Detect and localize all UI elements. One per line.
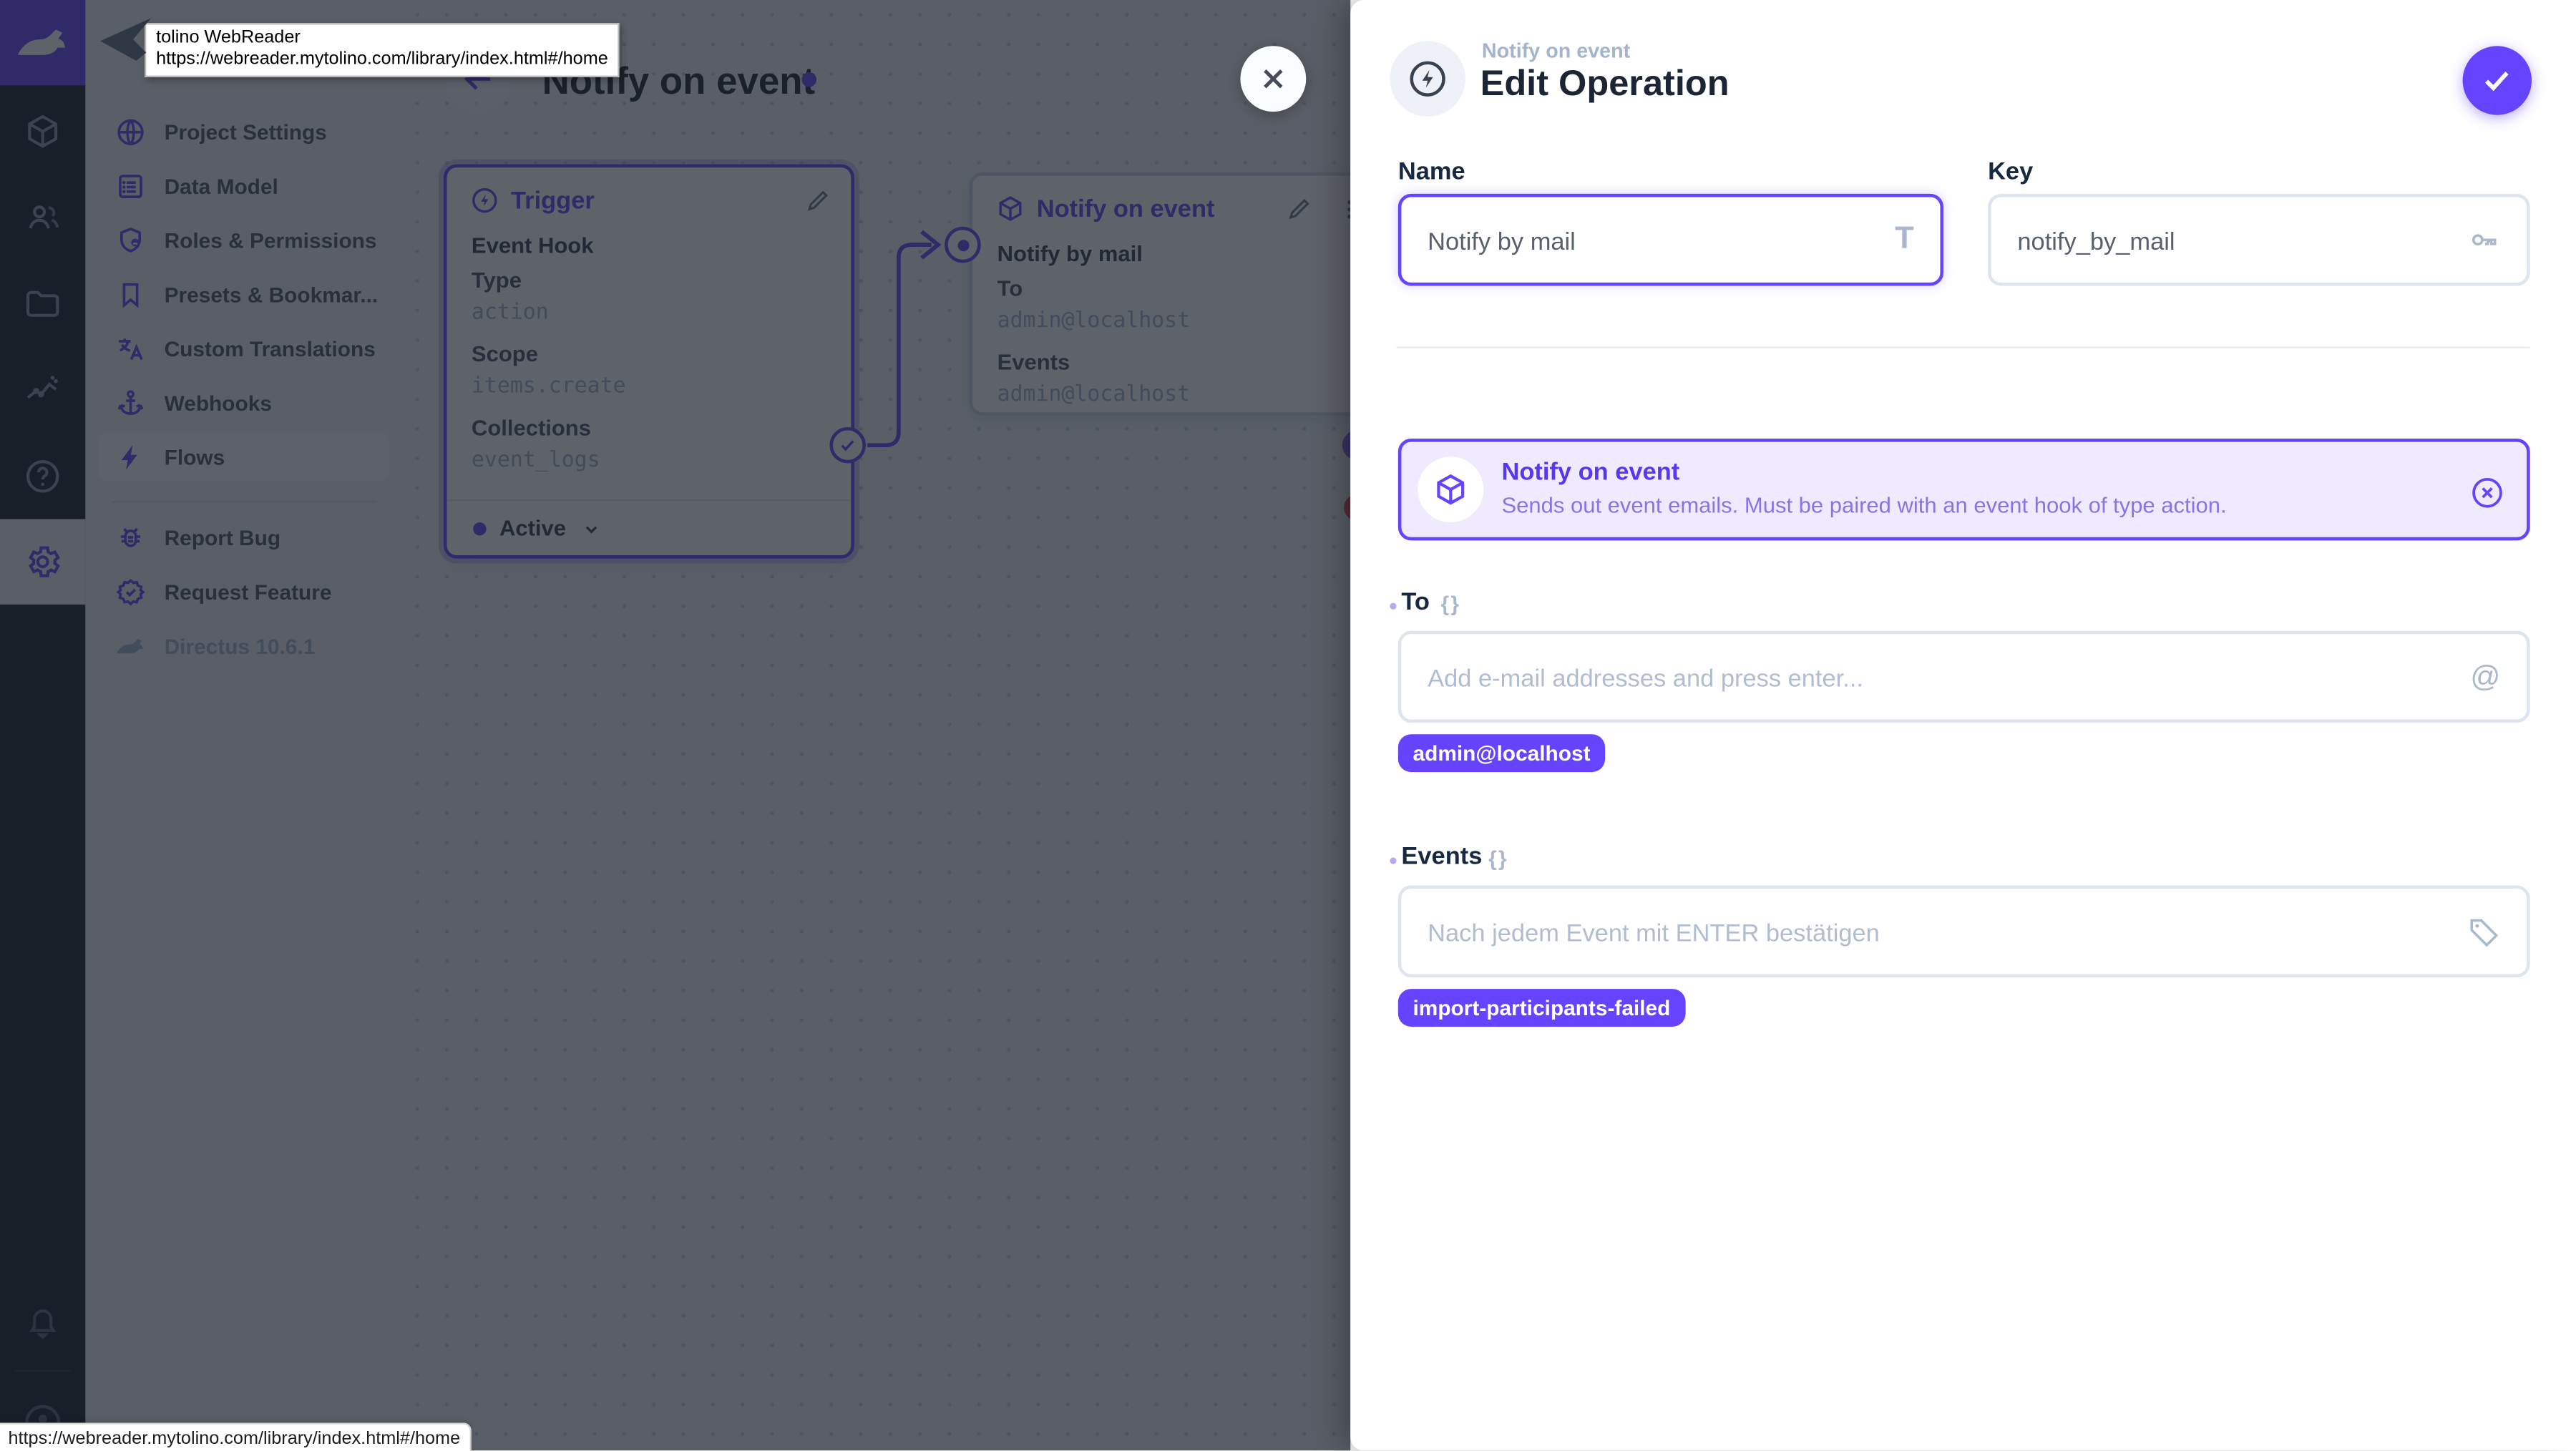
check-icon (2484, 72, 2509, 92)
name-input[interactable] (1424, 197, 1835, 286)
cursor-pointer (100, 18, 152, 61)
deselect-operation-button[interactable] (2467, 473, 2507, 512)
title-formatter-icon[interactable]: T (1895, 197, 1914, 283)
drawer-title: Edit Operation (1480, 62, 1729, 104)
drawer-header-avatar (1390, 41, 1465, 117)
section-divider (1396, 346, 2530, 348)
status-url: https://webreader.mytolino.com/library/i… (8, 1428, 461, 1448)
drawer-breadcrumb: Notify on event (1481, 39, 1631, 63)
to-input-wrap: @ (1397, 630, 2530, 723)
required-dot (1390, 602, 1397, 610)
operation-type-banner: Notify on event Sends out event emails. … (1397, 439, 2530, 541)
raw-value-icon[interactable]: {} (1488, 846, 1508, 870)
close-icon (1264, 69, 1283, 89)
key-icon (2467, 197, 2500, 283)
screen: Project Settings Data Model R (0, 0, 2576, 1451)
close-drawer-button[interactable] (1240, 46, 1307, 112)
events-input[interactable] (1424, 889, 2275, 978)
banner-description: Sends out event emails. Must be paired w… (1501, 492, 2227, 518)
event-chip[interactable]: import-participants-failed (1397, 989, 1686, 1027)
key-input-wrap (1988, 193, 2530, 286)
tag-icon (2467, 889, 2500, 974)
bolt-circle-icon (1410, 61, 1445, 97)
name-label: Name (1397, 157, 1465, 186)
to-label: To (1401, 587, 1430, 616)
cube-icon (1437, 474, 1465, 505)
key-label: Key (1988, 157, 2034, 186)
raw-value-icon[interactable]: {} (1441, 592, 1461, 616)
banner-title: Notify on event (1501, 458, 1680, 487)
browser-status-bar: https://webreader.mytolino.com/library/i… (0, 1422, 472, 1451)
save-button[interactable] (2462, 46, 2532, 115)
banner-avatar (1418, 456, 1484, 523)
link-tooltip: tolino WebReader https://webreader.mytol… (145, 23, 620, 77)
edit-operation-drawer: Notify on event Edit Operation Name T Ke… (1350, 0, 2576, 1451)
to-input[interactable] (1424, 634, 2275, 723)
tooltip-title: tolino WebReader (156, 28, 301, 48)
required-dot (1390, 857, 1397, 864)
tooltip-url: https://webreader.mytolino.com/library/i… (156, 49, 608, 69)
name-input-wrap: T (1397, 193, 1944, 286)
email-chip[interactable]: admin@localhost (1397, 734, 1606, 773)
events-label: Events (1401, 842, 1483, 871)
key-input[interactable] (2014, 197, 2423, 286)
modal-dim-overlay[interactable] (0, 0, 1351, 1451)
circle-x-icon (2472, 477, 2502, 508)
at-sign-icon: @ (2470, 659, 2501, 693)
events-input-wrap (1397, 885, 2530, 978)
